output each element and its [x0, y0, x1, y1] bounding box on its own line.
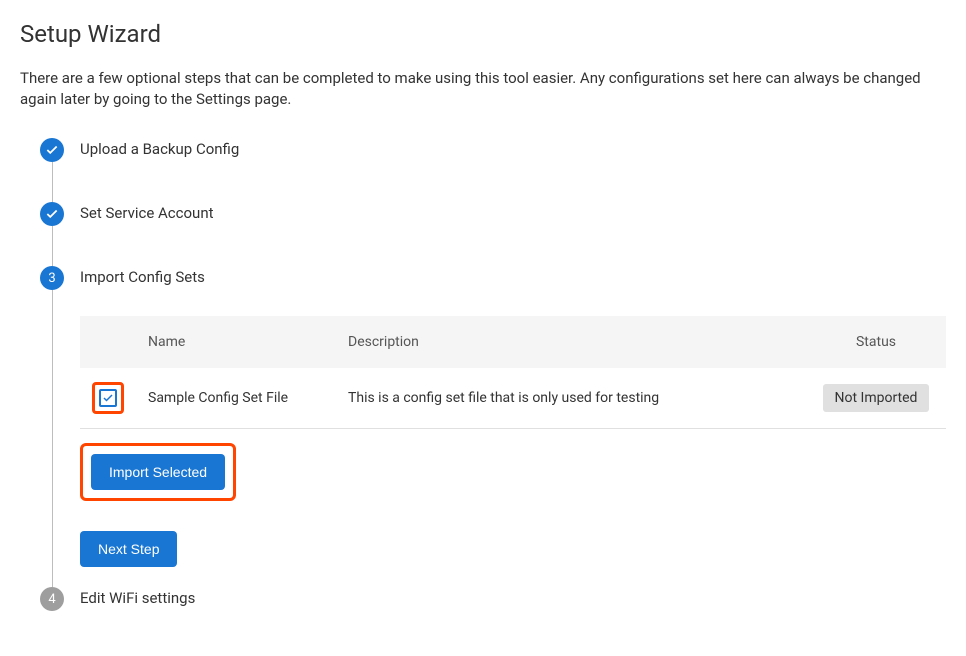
status-badge: Not Imported [823, 384, 930, 412]
import-selected-button[interactable]: Import Selected [91, 454, 225, 490]
check-icon [102, 392, 114, 404]
table-header-status: Status [806, 316, 946, 368]
step-circle-done [40, 202, 64, 226]
step-service-account: Set Service Account [40, 202, 946, 266]
row-name: Sample Config Set File [136, 368, 336, 429]
highlight-box: Import Selected [80, 443, 236, 501]
table-header-name: Name [136, 316, 336, 368]
step-label: Edit WiFi settings [80, 587, 946, 607]
step-circle-pending: 4 [40, 587, 64, 611]
step-import-config: 3 Import Config Sets Name Description St… [40, 266, 946, 587]
step-label: Upload a Backup Config [80, 138, 946, 158]
next-step-button[interactable]: Next Step [80, 531, 177, 567]
page-description: There are a few optional steps that can … [20, 68, 946, 110]
row-description: This is a config set file that is only u… [336, 368, 806, 429]
highlight-box [92, 382, 124, 414]
check-icon [45, 207, 59, 221]
step-circle-done [40, 138, 64, 162]
check-icon [45, 143, 59, 157]
step-label: Import Config Sets [80, 266, 946, 286]
setup-stepper: Upload a Backup Config Set Service Accou… [40, 138, 946, 627]
table-header-description: Description [336, 316, 806, 368]
page-title: Setup Wizard [20, 20, 946, 48]
step-connector [52, 226, 53, 266]
table-header-checkbox [80, 316, 136, 368]
step-upload-backup: Upload a Backup Config [40, 138, 946, 202]
step-connector [52, 290, 53, 587]
step-circle-active: 3 [40, 266, 64, 290]
table-row: Sample Config Set File This is a config … [80, 368, 946, 429]
step-label: Set Service Account [80, 202, 946, 222]
config-sets-table: Name Description Status [80, 316, 946, 429]
row-checkbox[interactable] [99, 389, 117, 407]
step-connector [52, 162, 53, 202]
step-wifi-settings: 4 Edit WiFi settings [40, 587, 946, 627]
